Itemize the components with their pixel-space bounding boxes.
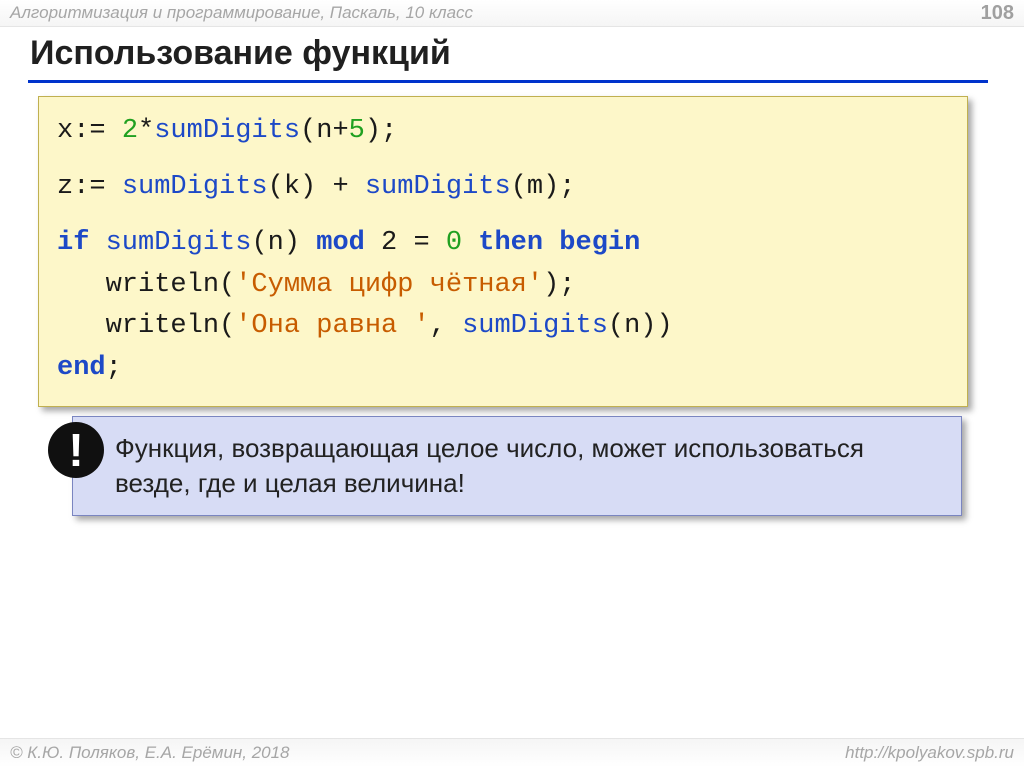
code-text: (n+ <box>300 116 349 146</box>
code-line-1: x:= 2*sumDigits(n+5); <box>57 111 949 153</box>
page-title: Использование функций <box>30 34 451 73</box>
code-text: ); <box>365 116 397 146</box>
header-bar: Алгоритмизация и программирование, Паска… <box>0 0 1024 27</box>
code-block: x:= 2*sumDigits(n+5); z:= sumDigits(k) +… <box>38 96 968 407</box>
code-text: (n)) <box>608 311 673 341</box>
code-text: ); <box>543 270 575 300</box>
exclamation-badge: ! <box>48 422 104 478</box>
code-keyword: then <box>478 228 543 258</box>
slide: Алгоритмизация и программирование, Паска… <box>0 0 1024 767</box>
title-underline <box>28 80 988 83</box>
code-keyword: end <box>57 353 106 383</box>
exclamation-icon: ! <box>68 427 83 473</box>
code-text: , <box>430 311 462 341</box>
code-text: * <box>138 116 154 146</box>
code-text: writeln( <box>57 311 235 341</box>
code-function: sumDigits <box>462 311 608 341</box>
page-number: 108 <box>981 2 1014 25</box>
code-line-6: end; <box>57 348 949 390</box>
code-function: sumDigits <box>365 172 511 202</box>
code-text: (k) + <box>268 172 365 202</box>
code-text: ; <box>106 353 122 383</box>
code-number: 0 <box>446 228 462 258</box>
code-text: writeln( <box>57 270 235 300</box>
code-keyword: if <box>57 228 89 258</box>
code-text: z:= <box>57 172 122 202</box>
code-text: 2 = <box>365 228 446 258</box>
code-text <box>462 228 478 258</box>
code-text: x:= <box>57 116 122 146</box>
course-label: Алгоритмизация и программирование, Паска… <box>10 3 473 23</box>
code-line-2: z:= sumDigits(k) + sumDigits(m); <box>57 167 949 209</box>
code-string: 'Она равна ' <box>235 311 429 341</box>
footer-author: © К.Ю. Поляков, Е.А. Ерёмин, 2018 <box>10 743 290 763</box>
code-text <box>543 228 559 258</box>
code-function: sumDigits <box>154 116 300 146</box>
code-string: 'Сумма цифр чётная' <box>235 270 543 300</box>
code-function: sumDigits <box>106 228 252 258</box>
callout-box: Функция, возвращающая целое число, может… <box>72 416 962 516</box>
footer-bar: © К.Ю. Поляков, Е.А. Ерёмин, 2018 http:/… <box>0 738 1024 767</box>
code-line-4: writeln('Сумма цифр чётная'); <box>57 265 949 307</box>
footer-url: http://kpolyakov.spb.ru <box>845 743 1014 763</box>
code-number: 5 <box>349 116 365 146</box>
code-text: (n) <box>251 228 316 258</box>
code-keyword: mod <box>316 228 365 258</box>
code-text <box>89 228 105 258</box>
code-line-3: if sumDigits(n) mod 2 = 0 then begin <box>57 223 949 265</box>
code-text: (m); <box>511 172 576 202</box>
code-function: sumDigits <box>122 172 268 202</box>
code-line-5: writeln('Она равна ', sumDigits(n)) <box>57 306 949 348</box>
code-number: 2 <box>122 116 138 146</box>
code-keyword: begin <box>559 228 640 258</box>
callout-text: Функция, возвращающая целое число, может… <box>115 433 864 498</box>
